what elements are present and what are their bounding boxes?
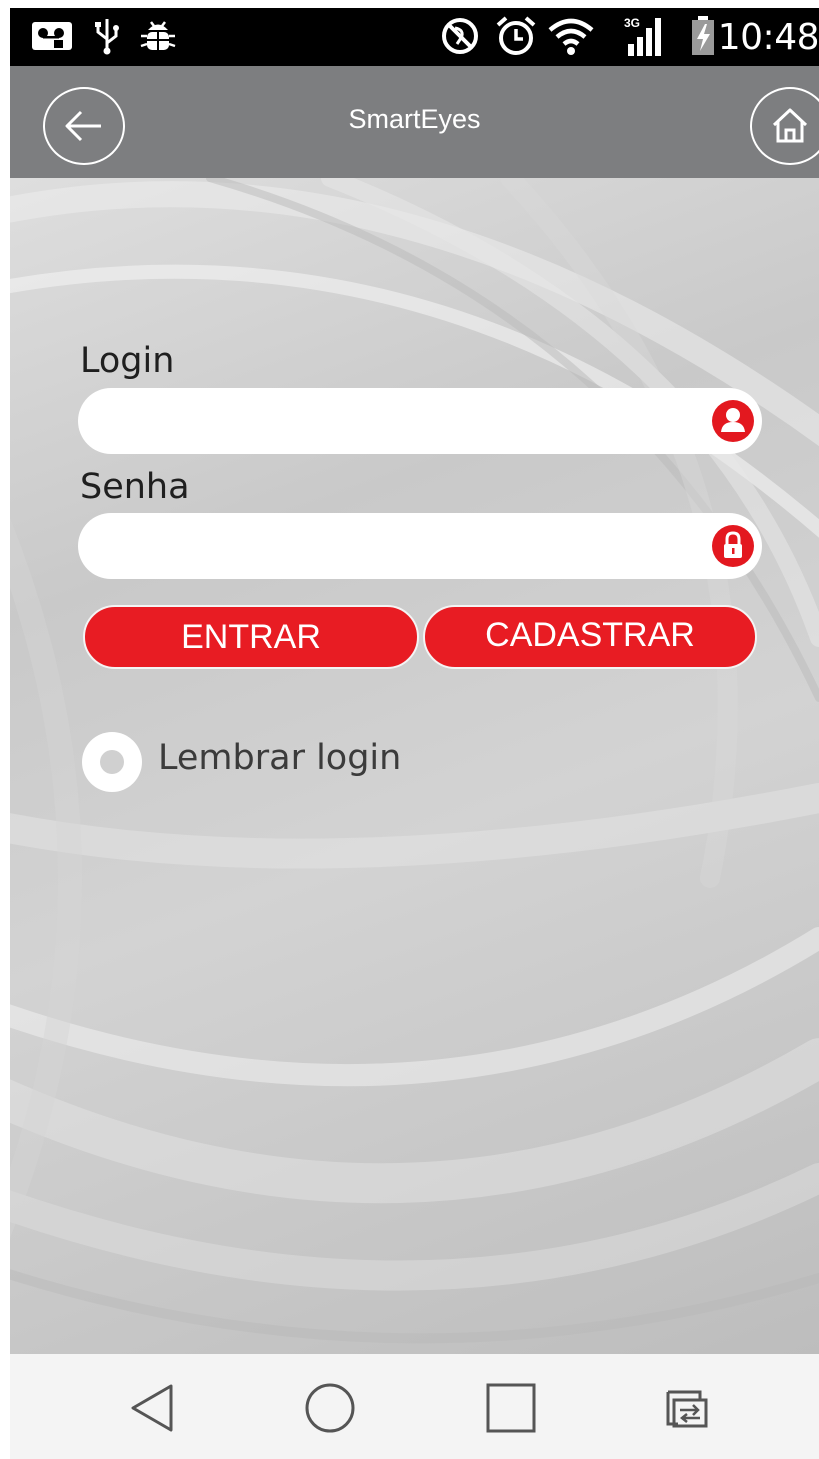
usb-icon [92, 16, 122, 56]
status-time: 10:48 [717, 17, 819, 58]
register-button[interactable]: CADASTRAR [423, 605, 757, 669]
app-bar: SmartEyes [10, 66, 819, 178]
battery-charging-icon [688, 16, 718, 56]
nav-switch-apps-button[interactable] [658, 1380, 714, 1436]
radio-dot [100, 750, 124, 774]
bug-icon [138, 16, 178, 56]
back-triangle-icon [131, 1384, 173, 1432]
password-field[interactable] [78, 513, 762, 579]
phone-screen: 3G 10:48 SmartEyes Login Senha ENTRAR CA… [0, 0, 819, 1459]
voicemail-icon [30, 16, 74, 56]
signal-icon: 3G [622, 16, 672, 56]
login-content: Login Senha ENTRAR CADASTRAR Lembrar log… [10, 178, 819, 1354]
home-button[interactable] [750, 87, 819, 165]
do-not-disturb-icon [440, 16, 480, 56]
nav-home-button[interactable] [302, 1380, 358, 1436]
status-bar: 3G 10:48 [10, 8, 819, 66]
remember-login-radio[interactable] [82, 732, 142, 792]
nav-back-button[interactable] [125, 1380, 181, 1436]
password-label: Senha [80, 467, 190, 507]
remember-login-label[interactable]: Lembrar login [158, 738, 401, 778]
enter-button[interactable]: ENTRAR [83, 605, 419, 669]
recents-square-icon [486, 1383, 536, 1433]
user-icon [712, 400, 754, 442]
home-icon [772, 108, 808, 143]
login-field[interactable] [78, 388, 762, 454]
wifi-icon [546, 16, 596, 56]
login-label: Login [80, 341, 175, 381]
switch-apps-icon [666, 1390, 708, 1428]
lock-icon [712, 525, 754, 567]
alarm-icon [494, 16, 538, 56]
home-circle-icon [305, 1383, 355, 1433]
nav-recents-button[interactable] [483, 1380, 539, 1436]
navigation-bar [10, 1354, 819, 1459]
network-badge: 3G [624, 16, 640, 30]
app-title: SmartEyes [348, 104, 481, 134]
